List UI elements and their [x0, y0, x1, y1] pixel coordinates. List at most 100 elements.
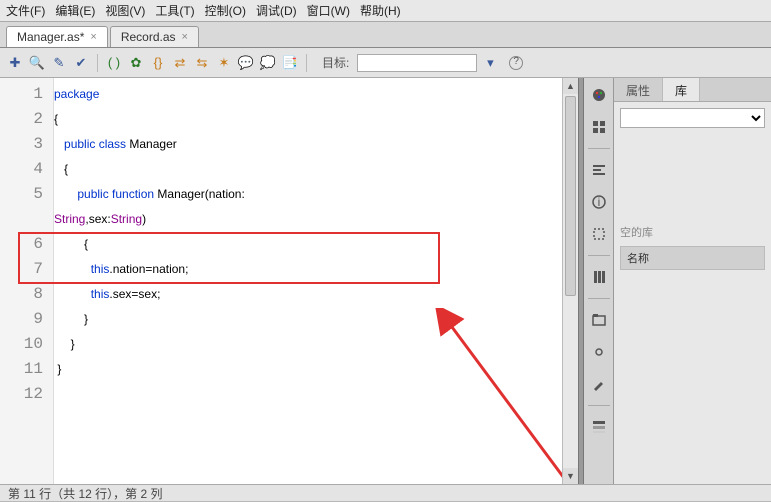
line-num: 9: [0, 307, 53, 332]
line-num: 5: [0, 182, 53, 207]
link-icon[interactable]: [588, 341, 610, 363]
line-num: 8: [0, 282, 53, 307]
line-num: 7: [0, 257, 53, 282]
brace4-icon[interactable]: ✶: [215, 54, 233, 72]
line-num: 1: [0, 82, 53, 107]
paren-icon[interactable]: ( ): [105, 54, 123, 72]
line-num: 2: [0, 107, 53, 132]
dropdown-icon[interactable]: ▾: [481, 54, 499, 72]
target-input[interactable]: [357, 54, 477, 72]
menu-window[interactable]: 窗口(W): [307, 2, 350, 19]
brush-icon[interactable]: [588, 373, 610, 395]
type: String: [54, 212, 85, 226]
transform-icon[interactable]: [588, 223, 610, 245]
code-text: ): [142, 212, 146, 226]
add-icon[interactable]: ✚: [6, 54, 24, 72]
menu-help[interactable]: 帮助(H): [360, 2, 401, 19]
tab-manager[interactable]: Manager.as* ×: [6, 26, 108, 47]
line-num: [0, 207, 53, 232]
menu-bar: 文件(F) 编辑(E) 视图(V) 工具(T) 控制(O) 调试(D) 窗口(W…: [0, 0, 771, 22]
swatches-icon[interactable]: [588, 116, 610, 138]
help-icon[interactable]: [509, 56, 523, 70]
column-header-name[interactable]: 名称: [620, 246, 765, 270]
panel-tabs: 属性 库: [614, 78, 771, 102]
line-num: 6: [0, 232, 53, 257]
code-text: (nation:: [205, 187, 245, 201]
uncomment-icon[interactable]: 💭: [259, 54, 277, 72]
code-text: ,sex:: [85, 212, 110, 226]
keyword: public function: [77, 187, 154, 201]
bookmark-icon[interactable]: 📑: [281, 54, 299, 72]
vertical-scrollbar[interactable]: ▲ ▼: [562, 78, 578, 484]
close-icon[interactable]: ×: [182, 31, 188, 43]
scroll-thumb[interactable]: [565, 96, 576, 296]
separator: [588, 148, 610, 149]
line-num: 3: [0, 132, 53, 157]
empty-library-label: 空的库: [620, 224, 765, 240]
line-gutter: 1 2 3 4 5 6 7 8 9 10 11 12: [0, 78, 54, 484]
info-icon[interactable]: i: [588, 191, 610, 213]
code-text: .sex=sex;: [109, 287, 160, 301]
separator: [97, 54, 98, 72]
code-line: }: [57, 362, 61, 376]
close-icon[interactable]: ×: [90, 31, 96, 43]
status-bar: 第 11 行（共 12 行），第 2 列: [0, 484, 771, 501]
library-select[interactable]: [620, 108, 765, 128]
separator: [588, 255, 610, 256]
keyword: this: [91, 262, 110, 276]
tool-strip: i: [584, 78, 614, 484]
code-line: {: [64, 162, 68, 176]
search-icon[interactable]: 🔍: [28, 54, 46, 72]
tab-label: Record.as: [121, 30, 176, 44]
file-tabs: Manager.as* × Record.as ×: [0, 22, 771, 48]
tag-icon[interactable]: ✿: [127, 54, 145, 72]
line-num: 4: [0, 157, 53, 182]
target-label: 目标:: [322, 54, 349, 71]
panel-body: 空的库 名称: [614, 102, 771, 484]
fn-name: Manager: [154, 187, 205, 201]
menu-debug[interactable]: 调试(D): [256, 2, 297, 19]
code-editor[interactable]: 1 2 3 4 5 6 7 8 9 10 11 12 package { pub…: [0, 78, 578, 484]
wand-icon[interactable]: ✎: [50, 54, 68, 72]
scroll-down-icon[interactable]: ▼: [563, 468, 578, 484]
keyword: public class: [64, 137, 126, 151]
line-num: 12: [0, 382, 53, 407]
main-area: 1 2 3 4 5 6 7 8 9 10 11 12 package { pub…: [0, 78, 771, 484]
separator: [588, 298, 610, 299]
history-icon[interactable]: [588, 416, 610, 438]
keyword: this: [91, 287, 110, 301]
separator: [306, 54, 307, 72]
code-line: }: [71, 337, 75, 351]
brace1-icon[interactable]: {}: [149, 54, 167, 72]
comment-icon[interactable]: 💬: [237, 54, 255, 72]
editor-toolbar: ✚ 🔍 ✎ ✔ ( ) ✿ {} ⇄ ⇆ ✶ 💬 💭 📑 目标: ▾: [0, 48, 771, 78]
menu-tools[interactable]: 工具(T): [155, 2, 194, 19]
right-panel: 属性 库 空的库 名称: [614, 78, 771, 484]
svg-text:i: i: [597, 195, 600, 209]
code-area[interactable]: package { public class Manager { public …: [54, 78, 562, 484]
tab-library[interactable]: 库: [663, 78, 700, 101]
separator: [588, 405, 610, 406]
menu-file[interactable]: 文件(F): [6, 2, 45, 19]
code-line: {: [84, 237, 88, 251]
code-text: .nation=nation;: [109, 262, 188, 276]
library-icon[interactable]: [588, 266, 610, 288]
scroll-up-icon[interactable]: ▲: [563, 78, 578, 94]
menu-view[interactable]: 视图(V): [105, 2, 145, 19]
class-name: Manager: [126, 137, 177, 151]
palette-icon[interactable]: [588, 84, 610, 106]
tab-record[interactable]: Record.as ×: [110, 26, 199, 47]
align-icon[interactable]: [588, 159, 610, 181]
brace2-icon[interactable]: ⇄: [171, 54, 189, 72]
code-line: {: [54, 107, 562, 132]
line-num: 11: [0, 357, 53, 382]
menu-edit[interactable]: 编辑(E): [55, 2, 95, 19]
check-icon[interactable]: ✔: [72, 54, 90, 72]
menu-control[interactable]: 控制(O): [205, 2, 246, 19]
code-line: }: [84, 312, 88, 326]
brace3-icon[interactable]: ⇆: [193, 54, 211, 72]
keyword: package: [54, 87, 99, 101]
tab-properties[interactable]: 属性: [614, 78, 663, 101]
type: String: [111, 212, 142, 226]
project-icon[interactable]: [588, 309, 610, 331]
